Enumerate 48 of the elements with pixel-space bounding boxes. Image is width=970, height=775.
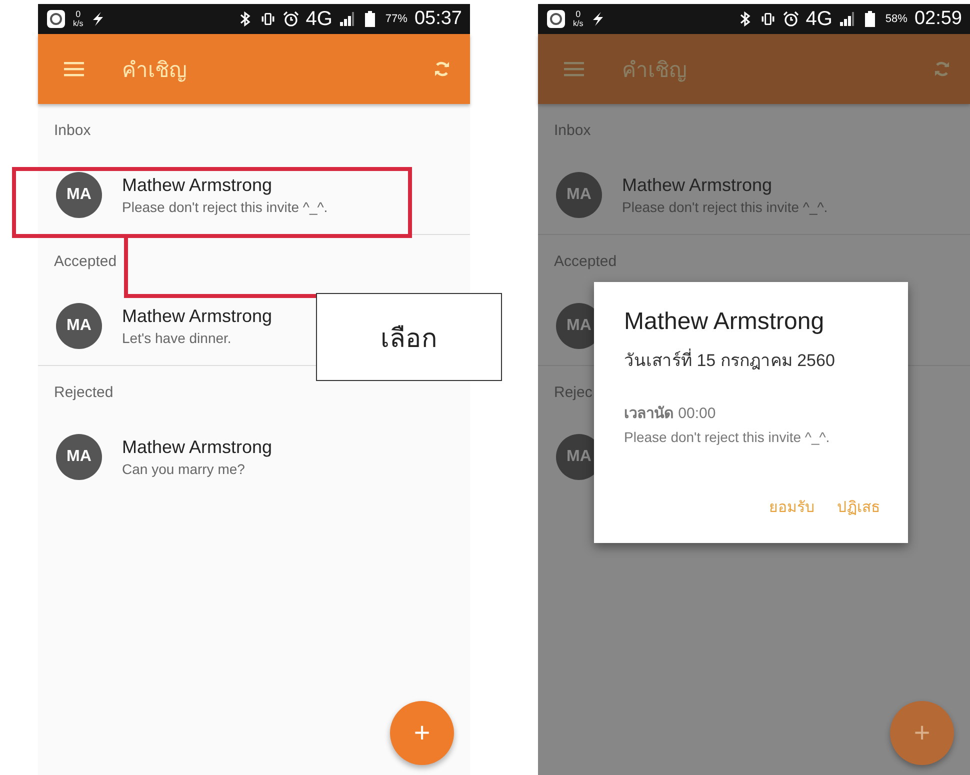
signal-icon (339, 11, 356, 27)
sync-icon[interactable] (432, 59, 452, 79)
invite-message: Please don't reject this invite ^_^. (622, 199, 828, 215)
sender-name[interactable]: Mathew Armstrong (122, 306, 272, 327)
invite-message: Let's have dinner. (122, 330, 232, 346)
clock: 02:59 (914, 8, 962, 30)
battery-percent: 58% (885, 13, 908, 25)
battery-percent: 77% (385, 13, 408, 25)
invite-message: Please don't reject this invite ^_^. (122, 199, 328, 215)
avatar: MA (56, 434, 102, 480)
vibrate-icon (760, 11, 776, 27)
sender-name[interactable]: Mathew Armstrong (122, 437, 272, 458)
app-title: คำเชิญ (122, 58, 187, 84)
sender-name[interactable]: Mathew Armstrong (122, 175, 328, 196)
app-icon (546, 9, 566, 29)
clock: 05:37 (414, 8, 462, 30)
appointment-time: เวลานัด 00:00 (624, 404, 717, 424)
sync-icon[interactable] (932, 59, 952, 79)
avatar: MA (56, 172, 102, 218)
signal-icon (839, 11, 856, 27)
app-icon (46, 9, 66, 29)
vibrate-icon (260, 11, 276, 27)
add-button[interactable]: + (390, 701, 454, 765)
network-speed: 0 k/s (73, 10, 84, 28)
menu-icon[interactable] (64, 61, 84, 77)
dialog-date: วันเสาร์ที่ 15 กรกฎาคม 2560 (624, 346, 880, 373)
invite-message: Can you marry me? (122, 461, 246, 477)
network-speed: 0 k/s (573, 10, 584, 28)
dialog-message: Please don't reject this invite ^_^. (624, 429, 831, 445)
avatar: MA (556, 172, 602, 218)
network-type: 4G (806, 8, 832, 30)
section-header: Accepted (54, 252, 117, 270)
section-header: Accepted (554, 252, 617, 270)
alarm-icon (282, 11, 299, 27)
menu-icon[interactable] (564, 61, 584, 77)
section-header: Rejected (54, 384, 114, 400)
accept-button[interactable]: ยอมรับ (769, 491, 815, 523)
alarm-icon (782, 11, 799, 27)
network-type: 4G (306, 8, 332, 30)
callout-label: เลือก (316, 293, 502, 381)
avatar: MA (56, 303, 102, 349)
dialog-title: Mathew Armstrong (624, 308, 826, 336)
reject-button[interactable]: ปฏิเสธ (837, 491, 880, 523)
section-header: Inbox (54, 122, 91, 138)
app-title: คำเชิญ (622, 58, 687, 84)
section-header: Inbox (554, 122, 591, 138)
sender-name[interactable]: Mathew Armstrong (622, 175, 828, 196)
section-header: Rejec (554, 384, 592, 400)
